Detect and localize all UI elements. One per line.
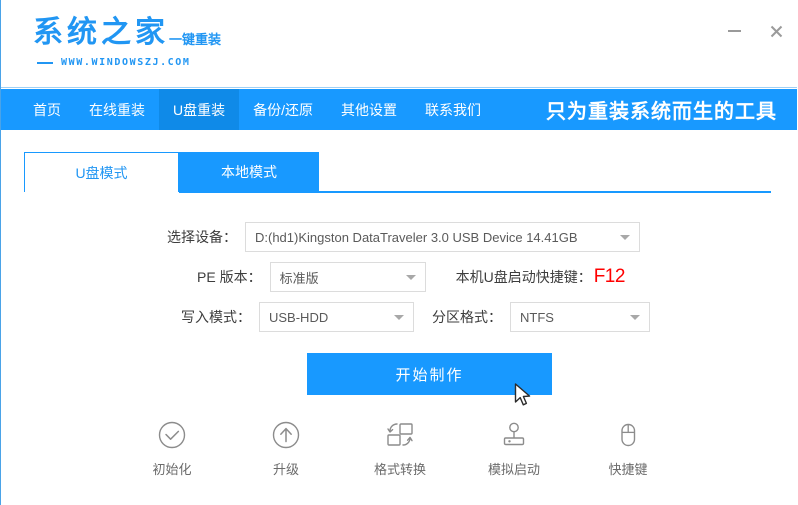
tool-label: 快捷键 (608, 459, 647, 478)
brand-url-row: WWW.WINDOWSZJ.COM (33, 57, 221, 68)
main-nav: 首页 在线重装 U盘重装 备份/还原 其他设置 联系我们 只为重装系统而生的工具 (1, 89, 798, 130)
format-convert-icon (383, 418, 417, 452)
nav-item-other-settings[interactable]: 其他设置 (327, 89, 411, 130)
write-mode-label: 写入模式： (181, 307, 251, 327)
pe-version-label: PE 版本： (197, 267, 262, 287)
nav-item-contact-us[interactable]: 联系我们 (411, 89, 495, 130)
nav-label: 其他设置 (341, 100, 397, 120)
nav-item-backup-restore[interactable]: 备份/还原 (239, 89, 327, 130)
nav-label: 联系我们 (425, 100, 481, 120)
write-mode-select[interactable]: USB-HDD (259, 302, 414, 332)
tool-label: 初始化 (152, 459, 191, 478)
nav-item-home[interactable]: 首页 (19, 89, 75, 130)
partition-format-select[interactable]: NTFS (510, 302, 650, 332)
boot-hotkey-label: 本机U盘启动快捷键： (456, 267, 592, 287)
partition-format-label: 分区格式： (432, 307, 502, 327)
chevron-down-icon (406, 275, 416, 280)
chevron-down-icon (630, 315, 640, 320)
joystick-icon (497, 418, 531, 452)
tab-label: U盘模式 (75, 163, 127, 183)
tool-format-convert[interactable]: 格式转换 (364, 418, 436, 478)
device-value: D:(hd1)Kingston DataTraveler 3.0 USB Dev… (255, 230, 578, 245)
pe-version-value: 标准版 (280, 268, 319, 287)
device-row: 选择设备： D:(hd1)Kingston DataTraveler 3.0 U… (167, 222, 640, 252)
check-circle-icon (155, 418, 189, 452)
pe-version-select[interactable]: 标准版 (270, 262, 426, 292)
write-mode-row: 写入模式： USB-HDD 分区格式： NTFS (181, 302, 650, 332)
device-label: 选择设备： (167, 227, 237, 247)
close-button[interactable] (763, 18, 789, 44)
tab-local-mode[interactable]: 本地模式 (179, 152, 319, 192)
tool-label: 格式转换 (374, 459, 426, 478)
pe-version-row: PE 版本： 标准版 本机U盘启动快捷键： F12 (197, 262, 625, 292)
nav-item-usb-reinstall[interactable]: U盘重装 (159, 89, 239, 130)
tab-usb-mode[interactable]: U盘模式 (24, 152, 179, 192)
tool-simulate-boot[interactable]: 模拟启动 (478, 418, 550, 478)
boot-hotkey-value: F12 (594, 266, 625, 288)
mouse-icon (611, 418, 645, 452)
nav-label: 备份/还原 (253, 100, 313, 120)
chevron-down-icon (620, 235, 630, 240)
tool-label: 升级 (273, 459, 299, 478)
tool-shortcuts: 初始化 升级 格式转换 (1, 418, 798, 478)
minimize-icon (728, 30, 741, 32)
nav-label: U盘重装 (173, 100, 225, 120)
arrow-up-circle-icon (269, 418, 303, 452)
partition-format-value: NTFS (520, 310, 554, 325)
nav-slogan: 只为重装系统而生的工具 (546, 89, 777, 130)
start-make-button[interactable]: 开始制作 (307, 353, 552, 395)
tab-label: 本地模式 (221, 162, 277, 182)
nav-item-online-reinstall[interactable]: 在线重装 (75, 89, 159, 130)
tool-initialize[interactable]: 初始化 (136, 418, 208, 478)
chevron-down-icon (394, 315, 404, 320)
mode-tabs: U盘模式 本地模式 (1, 152, 798, 192)
window-controls (721, 18, 789, 44)
device-select[interactable]: D:(hd1)Kingston DataTraveler 3.0 USB Dev… (245, 222, 640, 252)
minimize-button[interactable] (721, 18, 747, 44)
app-window: 系统之家一键重装 WWW.WINDOWSZJ.COM 首页 在线重装 (0, 0, 798, 505)
tab-underline (179, 191, 771, 193)
brand-logo: 系统之家一键重装 WWW.WINDOWSZJ.COM (33, 16, 221, 68)
brand-name: 系统之家 (33, 16, 169, 50)
tool-label: 模拟启动 (488, 459, 540, 478)
nav-label: 首页 (33, 100, 61, 120)
write-mode-value: USB-HDD (269, 310, 328, 325)
brand-tagline: 一键重装 (169, 29, 221, 50)
dash-decoration (37, 62, 53, 64)
close-icon (770, 25, 783, 38)
title-bar: 系统之家一键重装 WWW.WINDOWSZJ.COM (1, 0, 798, 88)
tool-hotkeys[interactable]: 快捷键 (592, 418, 664, 478)
nav-label: 在线重装 (89, 100, 145, 120)
tool-upgrade[interactable]: 升级 (250, 418, 322, 478)
brand-url: WWW.WINDOWSZJ.COM (61, 57, 191, 68)
